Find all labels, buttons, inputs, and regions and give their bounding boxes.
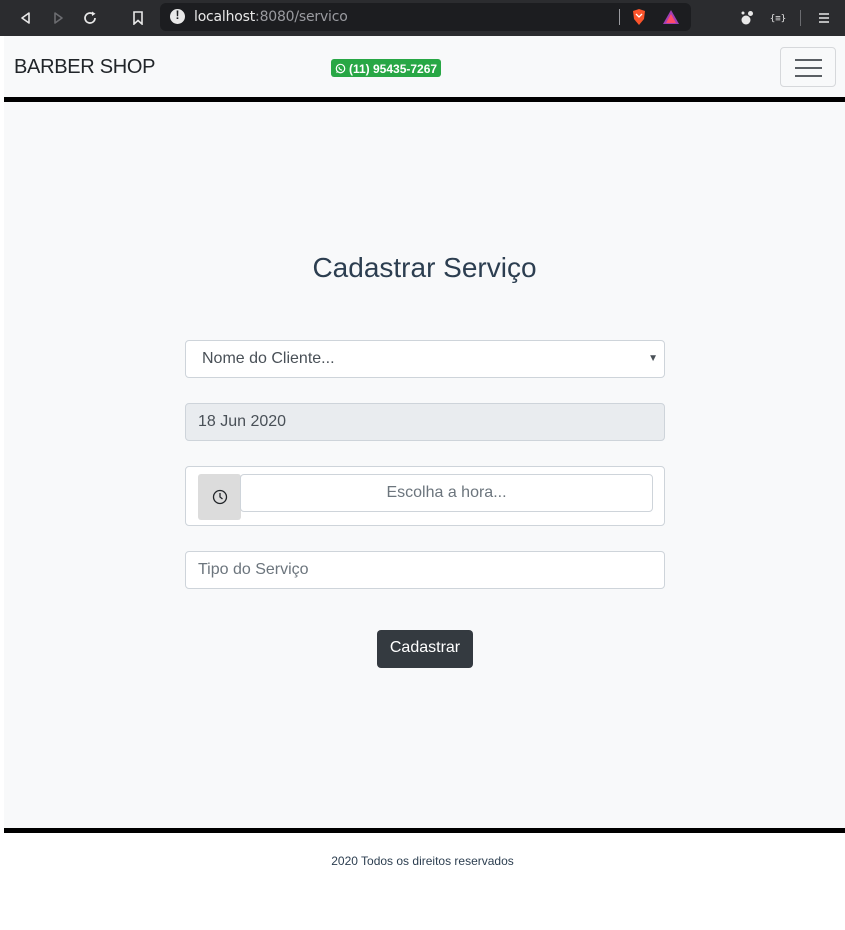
client-select-value: Nome do Cliente... xyxy=(202,350,335,367)
browser-toolbar: localhost:8080/servico {≡} xyxy=(0,0,845,36)
chevron-down-icon: ▼ xyxy=(648,353,658,364)
whatsapp-icon xyxy=(335,63,346,74)
extension-gnome-icon[interactable] xyxy=(736,8,756,28)
reload-icon[interactable] xyxy=(80,8,100,28)
time-input[interactable]: Escolha a hora... xyxy=(240,474,653,512)
client-select[interactable]: Nome do Cliente... ▼ xyxy=(185,340,665,378)
service-type-input[interactable]: Tipo do Serviço xyxy=(185,551,665,589)
footer-copyright: 2020 Todos os direitos reservados xyxy=(331,854,514,868)
forward-icon[interactable] xyxy=(48,8,68,28)
url-divider xyxy=(619,9,620,25)
hamburger-line xyxy=(795,59,822,61)
site-navbar: BARBER SHOP (11) 95435-7267 xyxy=(4,36,845,97)
svg-text:{≡}: {≡} xyxy=(770,14,786,24)
brave-shield-icon[interactable] xyxy=(629,7,649,27)
extension-braces-icon[interactable]: {≡} xyxy=(768,8,788,28)
date-value: 18 Jun 2020 xyxy=(198,413,287,430)
toolbar-divider xyxy=(800,10,801,26)
brand-logo-text[interactable]: BARBER SHOP xyxy=(14,56,155,79)
site-info-icon[interactable] xyxy=(170,8,185,24)
date-field[interactable]: 18 Jun 2020 xyxy=(185,403,665,441)
footer-divider xyxy=(4,828,845,833)
time-picker-group: Escolha a hora... xyxy=(185,466,665,526)
clock-icon[interactable] xyxy=(198,474,241,520)
main-content: Cadastrar Serviço Nome do Cliente... ▼ 1… xyxy=(4,102,845,828)
hamburger-line xyxy=(795,67,822,69)
submit-button[interactable]: Cadastrar xyxy=(377,630,473,668)
whatsapp-phone-badge[interactable]: (11) 95435-7267 xyxy=(331,59,442,77)
brave-rewards-icon[interactable] xyxy=(661,7,681,27)
navbar-toggler-button[interactable] xyxy=(780,47,836,87)
menu-icon[interactable] xyxy=(814,8,834,28)
bookmark-icon[interactable] xyxy=(128,8,148,28)
hamburger-line xyxy=(795,75,822,77)
page-title: Cadastrar Serviço xyxy=(312,252,537,283)
service-type-placeholder: Tipo do Serviço xyxy=(198,561,309,578)
address-bar[interactable]: localhost:8080/servico xyxy=(160,3,691,31)
url-text: localhost:8080/servico xyxy=(194,9,348,25)
back-icon[interactable] xyxy=(16,8,36,28)
phone-number: (11) 95435-7267 xyxy=(349,61,438,76)
